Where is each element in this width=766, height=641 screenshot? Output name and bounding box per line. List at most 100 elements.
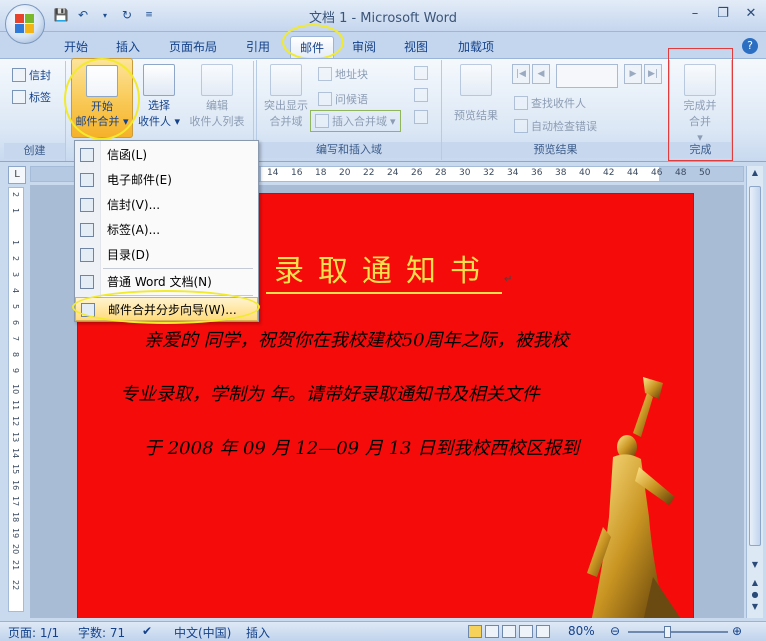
auto-check-errors-button[interactable]: 自动检查错误 [514, 118, 597, 134]
tab-home[interactable]: 开始 [56, 36, 96, 58]
match-fields-button[interactable] [414, 88, 428, 102]
edit-label-1: 编辑 [206, 99, 228, 112]
ruler-tick: 18 [11, 512, 20, 523]
menu-item-labels[interactable]: 标签(A)... [75, 218, 258, 242]
greeting-label: 问候语 [335, 93, 368, 106]
vertical-scrollbar[interactable]: ▲ ▼ ▲ ● ▼ [746, 166, 763, 618]
labels-button[interactable]: 标签 [12, 89, 51, 105]
group-write-insert-label: 编写和插入域 [257, 142, 441, 158]
first-record-icon[interactable]: |◀ [512, 64, 530, 84]
tab-page-layout[interactable]: 页面布局 [160, 36, 226, 58]
minimize-icon[interactable]: – [684, 4, 706, 24]
ruler-tick: 50 [699, 168, 711, 178]
tab-references[interactable]: 引用 [238, 36, 278, 58]
ruler-tick: 34 [507, 168, 519, 178]
ruler-tick: 12 [11, 416, 20, 427]
record-number-input[interactable] [556, 64, 618, 88]
preview-icon [460, 64, 492, 96]
find-recipient-button[interactable]: 查找收件人 [514, 95, 586, 111]
ruler-tick: 11 [11, 400, 20, 411]
tab-addins[interactable]: 加载项 [450, 36, 502, 58]
highlight-merge-fields-button[interactable]: 突出显示 合并域 [258, 64, 314, 130]
preview-results-button[interactable]: 预览结果 [448, 64, 504, 124]
ruler-tab-selector[interactable]: L [8, 166, 26, 184]
envelopes-button[interactable]: 信封 [12, 67, 51, 83]
ruler-tick: 20 [339, 168, 351, 178]
rules-button[interactable] [414, 66, 428, 80]
ruler-tick: 44 [627, 168, 639, 178]
update-labels-icon [414, 110, 428, 124]
tab-view[interactable]: 视图 [396, 36, 436, 58]
word-count[interactable]: 字数: 71 [78, 624, 125, 641]
draft-view-icon[interactable] [536, 625, 550, 638]
ruler-tick: 14 [11, 448, 20, 459]
highlight-fields-icon [270, 64, 302, 96]
edit-recipient-list-button[interactable]: 编辑 收件人列表 [184, 64, 250, 130]
insert-merge-field-label: 插入合并域 [332, 115, 387, 128]
zoom-in-icon[interactable]: ⊕ [732, 624, 742, 638]
finish-red-box [668, 48, 733, 161]
menu-separator [103, 268, 253, 269]
check-errors-icon [514, 119, 528, 133]
greeting-line-button[interactable]: 问候语 [318, 91, 368, 107]
office-button[interactable] [5, 4, 45, 44]
ruler-tick: 21 [11, 560, 20, 571]
insert-field-icon [315, 114, 329, 128]
rules-icon [414, 66, 428, 80]
scroll-down-icon[interactable]: ▼ [749, 560, 761, 574]
ruler-tick: 48 [675, 168, 687, 178]
ruler-tick: 16 [291, 168, 303, 178]
proofing-icon[interactable]: ✔ [142, 624, 152, 638]
insert-merge-field-button[interactable]: 插入合并域 ▾ [310, 110, 401, 132]
full-screen-view-icon[interactable] [485, 625, 499, 638]
menu-item-email[interactable]: 电子邮件(E) [75, 168, 258, 192]
menu-item-letters[interactable]: 信函(L) [75, 143, 258, 167]
ruler-tick: 14 [267, 168, 279, 178]
highlight-label-2: 合并域 [269, 115, 303, 128]
vertical-ruler[interactable]: 2 1 1 2 3 4 5 6 7 8 9 10 11 12 13 14 15 … [8, 187, 24, 612]
address-block-button[interactable]: 地址块 [318, 66, 368, 82]
group-create-label: 创建 [4, 143, 65, 159]
greeting-icon [318, 92, 332, 106]
directory-icon [80, 248, 94, 262]
menu-item-directory[interactable]: 目录(D) [75, 243, 258, 267]
insert-mode[interactable]: 插入 [246, 624, 270, 641]
zoom-level[interactable]: 80% [568, 624, 595, 638]
zoom-slider-thumb[interactable] [664, 626, 671, 638]
previous-record-icon[interactable]: ◀ [532, 64, 550, 84]
web-layout-view-icon[interactable] [502, 625, 516, 638]
ruler-tick: 26 [411, 168, 423, 178]
scroll-thumb[interactable] [749, 186, 761, 546]
next-record-icon[interactable]: ▶ [624, 64, 642, 84]
tab-highlight-circle [282, 24, 344, 60]
highlight-label-1: 突出显示 [264, 99, 308, 112]
update-labels-button[interactable] [414, 110, 428, 124]
document-line-3: 于 2008 年 09 月 12—09 月 13 日到我校西校区报到 [144, 438, 580, 459]
last-record-icon[interactable]: ▶| [644, 64, 662, 84]
print-layout-view-icon[interactable] [468, 625, 482, 638]
ruler-tick: 46 [651, 168, 663, 178]
find-icon [514, 96, 528, 110]
help-icon[interactable]: ? [742, 38, 758, 54]
restore-icon[interactable]: ❐ [712, 4, 734, 24]
menu-item-envelopes[interactable]: 信封(V)... [75, 193, 258, 217]
tab-insert[interactable]: 插入 [108, 36, 148, 58]
select-recipients-button[interactable]: 选择 收件人 ▾ [136, 64, 182, 130]
ruler-tick: 22 [363, 168, 375, 178]
scroll-up-icon[interactable]: ▲ [749, 168, 761, 182]
letter-icon [80, 148, 94, 162]
zoom-slider[interactable] [628, 626, 728, 638]
tab-review[interactable]: 审阅 [344, 36, 384, 58]
outline-view-icon[interactable] [519, 625, 533, 638]
window-title: 文档 1 - Microsoft Word [308, 11, 458, 26]
ruler-tick: 7 [11, 336, 20, 342]
close-icon[interactable]: ✕ [740, 4, 762, 24]
menu-item-label: 标签(A)... [107, 223, 161, 237]
language-indicator[interactable]: 中文(中国) [174, 624, 231, 641]
select-label-2: 收件人 ▾ [137, 115, 181, 128]
next-page-icon[interactable]: ▼ [749, 602, 761, 616]
labels-label: 标签 [29, 91, 51, 104]
zoom-out-icon[interactable]: ⊖ [610, 624, 620, 638]
page-indicator[interactable]: 页面: 1/1 [8, 624, 59, 641]
ruler-tick: 2 [11, 256, 20, 262]
